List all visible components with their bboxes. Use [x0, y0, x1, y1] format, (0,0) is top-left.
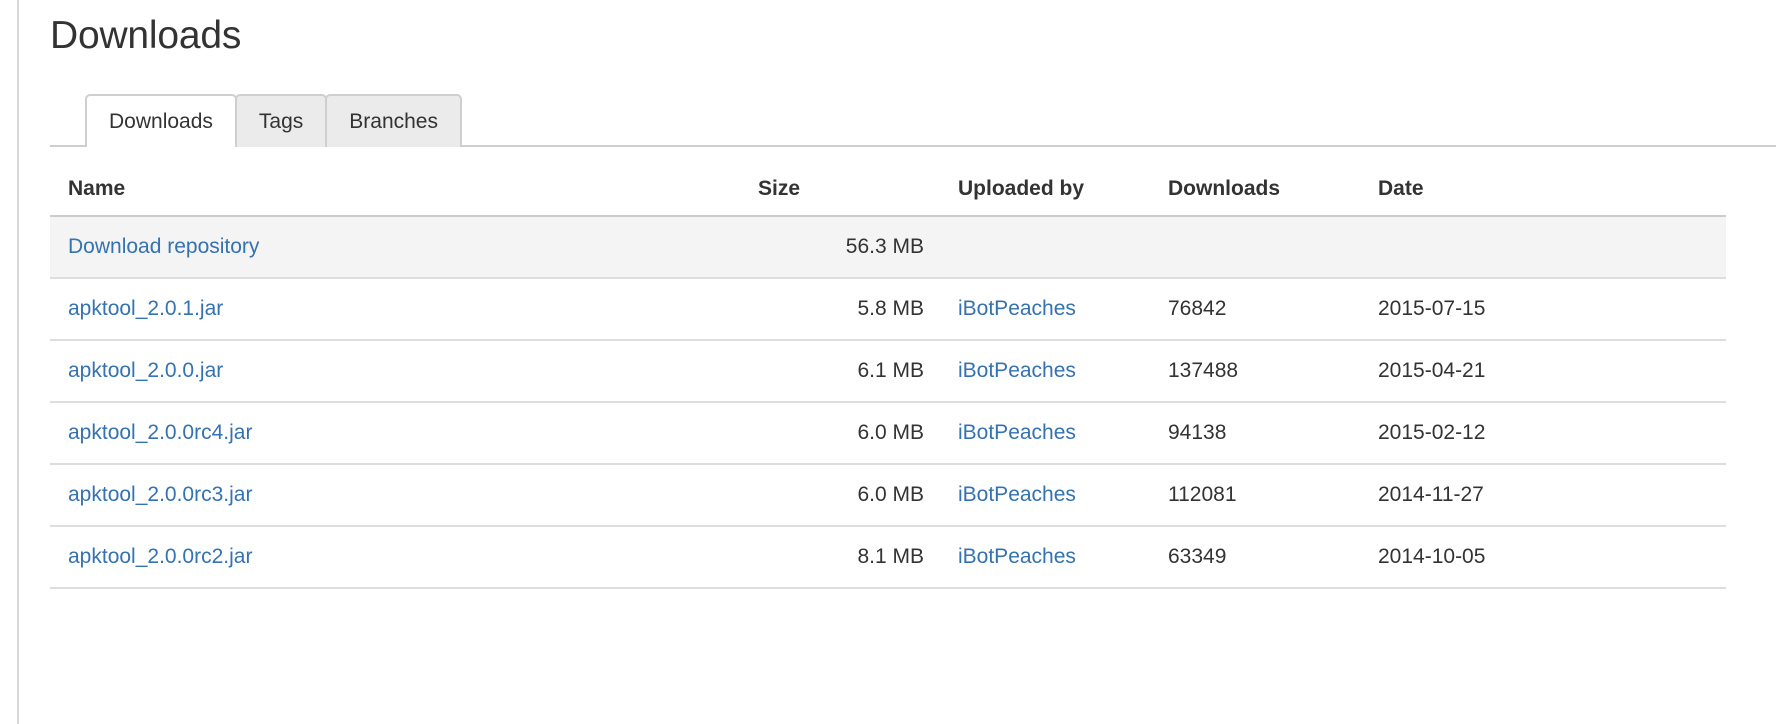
- cell-downloads: 94138: [1150, 401, 1360, 465]
- cell-uploaded-by: iBotPeaches: [940, 463, 1150, 527]
- column-header-size: Size: [740, 164, 940, 217]
- cell-downloads: 137488: [1150, 339, 1360, 403]
- uploader-link[interactable]: iBotPeaches: [958, 297, 1076, 320]
- download-link[interactable]: apktool_2.0.0rc3.jar: [68, 483, 252, 506]
- cell-name: Download repository: [50, 215, 740, 279]
- table-row: Download repository 56.3 MB: [50, 215, 1726, 279]
- table-header-row: Name Size Uploaded by Downloads Date: [50, 164, 1726, 217]
- table-header: Name Size Uploaded by Downloads Date: [50, 164, 1726, 217]
- cell-name: apktool_2.0.0rc3.jar: [50, 463, 740, 527]
- column-header-uploaded-by: Uploaded by: [940, 164, 1150, 217]
- download-link[interactable]: apktool_2.0.0rc4.jar: [68, 421, 252, 444]
- uploader-link[interactable]: iBotPeaches: [958, 421, 1076, 444]
- tab-tags[interactable]: Tags: [234, 93, 328, 147]
- cell-uploaded-by: iBotPeaches: [940, 339, 1150, 403]
- cell-size: 6.0 MB: [740, 463, 940, 527]
- downloads-page: Downloads Downloads Tags Branches Name S…: [50, 0, 1776, 724]
- cell-date: 2015-02-12: [1360, 401, 1726, 465]
- uploader-link[interactable]: iBotPeaches: [958, 483, 1076, 506]
- downloads-table: Name Size Uploaded by Downloads Date Dow…: [50, 164, 1726, 589]
- cell-date: 2014-11-27: [1360, 463, 1726, 527]
- tab-downloads-label: Downloads: [109, 109, 213, 133]
- cell-date: 2015-04-21: [1360, 339, 1726, 403]
- cell-size: 56.3 MB: [740, 215, 940, 279]
- cell-downloads: 76842: [1150, 277, 1360, 341]
- download-link[interactable]: Download repository: [68, 235, 259, 258]
- page-title: Downloads: [50, 14, 242, 57]
- tab-downloads[interactable]: Downloads: [85, 93, 237, 149]
- table-body: Download repository 56.3 MB apktool_2.0.…: [50, 215, 1726, 589]
- table-row: apktool_2.0.1.jar 5.8 MB iBotPeaches 768…: [50, 277, 1726, 341]
- tab-branches[interactable]: Branches: [325, 93, 462, 147]
- column-header-name: Name: [50, 164, 740, 217]
- cell-size: 5.8 MB: [740, 277, 940, 341]
- cell-name: apktool_2.0.0rc2.jar: [50, 525, 740, 589]
- cell-name: apktool_2.0.1.jar: [50, 277, 740, 341]
- column-header-downloads: Downloads: [1150, 164, 1360, 217]
- table-row: apktool_2.0.0.jar 6.1 MB iBotPeaches 137…: [50, 339, 1726, 403]
- cell-name: apktool_2.0.0.jar: [50, 339, 740, 403]
- download-link[interactable]: apktool_2.0.0rc2.jar: [68, 545, 252, 568]
- page-left-divider: [17, 0, 19, 724]
- cell-date: 2014-10-05: [1360, 525, 1726, 589]
- download-link[interactable]: apktool_2.0.1.jar: [68, 297, 223, 320]
- download-link[interactable]: apktool_2.0.0.jar: [68, 359, 223, 382]
- tab-bar: Downloads Tags Branches: [50, 93, 1776, 149]
- cell-downloads: 112081: [1150, 463, 1360, 527]
- table-row: apktool_2.0.0rc2.jar 8.1 MB iBotPeaches …: [50, 525, 1726, 589]
- tab-tags-label: Tags: [258, 109, 304, 133]
- cell-name: apktool_2.0.0rc4.jar: [50, 401, 740, 465]
- cell-downloads: [1150, 215, 1360, 279]
- cell-size: 6.0 MB: [740, 401, 940, 465]
- cell-uploaded-by: iBotPeaches: [940, 525, 1150, 589]
- column-header-date: Date: [1360, 164, 1726, 217]
- cell-downloads: 63349: [1150, 525, 1360, 589]
- cell-size: 8.1 MB: [740, 525, 940, 589]
- cell-date: 2015-07-15: [1360, 277, 1726, 341]
- cell-size: 6.1 MB: [740, 339, 940, 403]
- tab-branches-label: Branches: [349, 109, 438, 133]
- cell-date: [1360, 215, 1726, 279]
- table-row: apktool_2.0.0rc4.jar 6.0 MB iBotPeaches …: [50, 401, 1726, 465]
- cell-uploaded-by: [940, 215, 1150, 279]
- uploader-link[interactable]: iBotPeaches: [958, 545, 1076, 568]
- cell-uploaded-by: iBotPeaches: [940, 277, 1150, 341]
- cell-uploaded-by: iBotPeaches: [940, 401, 1150, 465]
- uploader-link[interactable]: iBotPeaches: [958, 359, 1076, 382]
- tab-list: Downloads Tags Branches: [85, 93, 462, 149]
- table-row: apktool_2.0.0rc3.jar 6.0 MB iBotPeaches …: [50, 463, 1726, 527]
